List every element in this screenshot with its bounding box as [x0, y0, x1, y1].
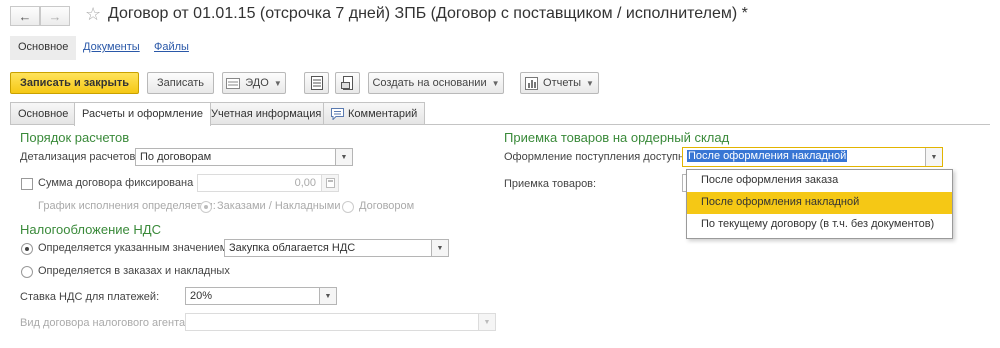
favorite-star-icon[interactable]: ☆ [85, 4, 101, 25]
print-button[interactable] [335, 72, 360, 94]
tax-agent-select[interactable]: ▼ [185, 313, 496, 331]
arrow-right-icon: → [48, 8, 62, 24]
receipt-select[interactable]: После оформления накладной ▼ [682, 147, 943, 167]
detail-value: По договорам [140, 151, 212, 163]
schedule-orders-label: Заказами / Накладными [217, 200, 341, 212]
vat-specified-radio[interactable] [21, 243, 33, 255]
save-button[interactable]: Записать [147, 72, 214, 94]
receipt-option-after-order[interactable]: После оформления заказа [687, 170, 952, 192]
list-document-icon [310, 76, 323, 90]
receipt-option-current-contract[interactable]: По текущему договору (в т.ч. без докумен… [687, 214, 952, 236]
tax-agent-label: Вид договора налогового агента: [20, 317, 189, 329]
vat-in-orders-radio[interactable] [21, 266, 33, 278]
schedule-orders-radio[interactable] [200, 201, 212, 213]
section-main[interactable]: Основное [10, 36, 77, 60]
fixed-sum-value: 0,00 [294, 177, 316, 189]
create-based-on-button[interactable]: Создать на основании ▼ [368, 72, 504, 94]
vat-rate-label: Ставка НДС для платежей: [20, 291, 160, 303]
settlement-heading: Порядок расчетов [20, 130, 130, 145]
reports-button[interactable]: Отчеты ▼ [520, 72, 599, 94]
chevron-down-icon[interactable]: ▼ [319, 288, 336, 304]
report-icon [525, 76, 539, 90]
vat-rate-value: 20% [190, 290, 213, 302]
tab-comment-label: Комментарий [348, 108, 418, 120]
edo-label: ЭДО [245, 77, 269, 89]
save-and-close-button[interactable]: Записать и закрыть [10, 72, 139, 94]
forward-button[interactable]: → [40, 6, 70, 26]
receipt-option-after-invoice[interactable]: После оформления накладной [687, 192, 952, 214]
fixed-sum-field[interactable]: 0,00 [197, 174, 339, 192]
vat-in-orders-label: Определяется в заказах и накладных [38, 265, 230, 277]
fixed-sum-label: Сумма договора фиксирована [38, 177, 194, 189]
chevron-down-icon[interactable]: ▼ [335, 149, 352, 165]
chevron-down-icon: ▼ [273, 78, 282, 88]
schedule-contract-label: Договором [359, 200, 415, 212]
chevron-down-icon[interactable]: ▼ [431, 240, 448, 256]
chevron-down-icon: ▼ [586, 78, 594, 88]
vat-rate-select[interactable]: 20% ▼ [185, 287, 337, 305]
structure-button[interactable] [304, 72, 329, 94]
tab-comment[interactable]: Комментарий [323, 102, 426, 125]
chevron-down-icon[interactable]: ▼ [478, 314, 495, 330]
window-title: Договор от 01.01.15 (отсрочка 7 дней) ЗП… [108, 5, 748, 22]
comment-icon [331, 108, 344, 120]
detail-select[interactable]: По договорам ▼ [135, 148, 353, 166]
receipt-label: Оформление поступления доступно: [504, 151, 694, 163]
receipt-options-list: После оформления заказа После оформления… [686, 169, 953, 239]
vat-heading: Налогообложение НДС [20, 222, 161, 237]
warehouse-heading: Приемка товаров на ордерный склад [504, 130, 730, 145]
acceptance-label: Приемка товаров: [504, 178, 597, 190]
vat-specified-value: Закупка облагается НДС [229, 242, 356, 254]
tab-accounting[interactable]: Учетная информация [203, 102, 330, 125]
detail-label: Детализация расчетов: [20, 151, 139, 163]
fixed-sum-checkbox[interactable] [21, 178, 33, 190]
section-documents[interactable]: Документы [75, 36, 148, 60]
create-based-on-label: Создать на основании [372, 77, 487, 89]
receipt-value: После оформления накладной [687, 150, 848, 162]
edo-icon [226, 77, 241, 89]
print-document-icon [340, 76, 353, 90]
schedule-label: График исполнения определяется: [38, 200, 216, 212]
back-button[interactable]: ← [10, 6, 40, 26]
chevron-down-icon[interactable]: ▼ [925, 148, 942, 166]
section-files[interactable]: Файлы [146, 36, 197, 60]
calculator-icon[interactable] [321, 175, 338, 191]
tab-settlements[interactable]: Расчеты и оформление [74, 102, 211, 126]
save-label: Записать [156, 77, 204, 89]
schedule-contract-radio[interactable] [342, 201, 354, 213]
tab-main[interactable]: Основное [10, 102, 77, 125]
vat-specified-select[interactable]: Закупка облагается НДС ▼ [224, 239, 449, 257]
save-and-close-label: Записать и закрыть [19, 77, 130, 89]
vat-specified-label: Определяется указанным значением [38, 242, 228, 254]
edo-button[interactable]: ЭДО ▼ [222, 72, 286, 94]
arrow-left-icon: ← [18, 8, 32, 24]
reports-label: Отчеты [543, 77, 582, 89]
chevron-down-icon: ▼ [491, 78, 500, 88]
